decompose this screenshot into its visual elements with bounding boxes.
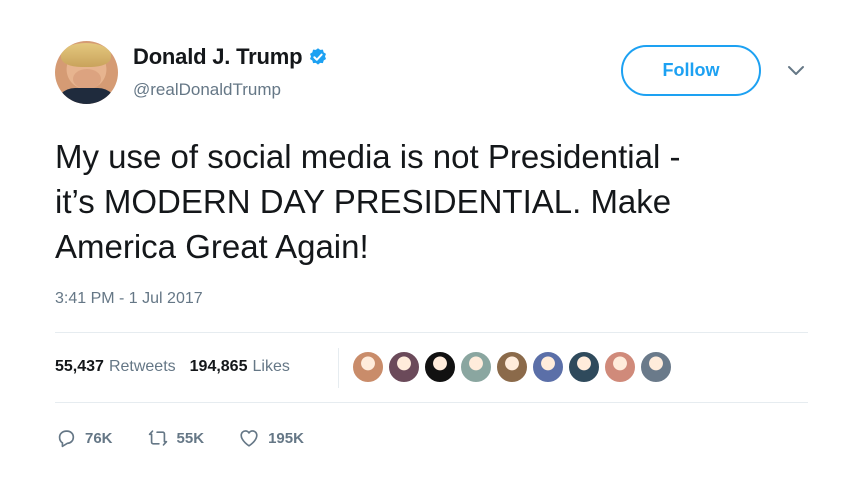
- liker-avatar[interactable]: [532, 351, 564, 383]
- tweet-actions: 76K 55K 195K: [55, 427, 338, 449]
- retweet-button[interactable]: 55K: [147, 427, 205, 449]
- liker-avatar[interactable]: [388, 351, 420, 383]
- avatar-suit: [55, 88, 118, 104]
- like-count: 195K: [268, 429, 304, 447]
- liker-avatars: [352, 351, 676, 383]
- divider-bottom: [55, 402, 808, 403]
- avatar-face: [73, 69, 101, 89]
- author-avatar[interactable]: [55, 41, 118, 104]
- follow-button[interactable]: Follow: [621, 45, 761, 96]
- liker-avatar[interactable]: [568, 351, 600, 383]
- author-handle[interactable]: @realDonaldTrump: [133, 80, 281, 100]
- liker-avatar[interactable]: [496, 351, 528, 383]
- author-name-row[interactable]: Donald J. Trump: [133, 44, 328, 70]
- author-display-name[interactable]: Donald J. Trump: [133, 44, 303, 70]
- engagement-stats: 55,437 Retweets 194,865 Likes: [55, 358, 304, 376]
- retweet-icon: [148, 430, 167, 446]
- liker-avatar[interactable]: [352, 351, 384, 383]
- reply-icon: [58, 430, 75, 448]
- tweet-timestamp[interactable]: 3:41 PM - 1 Jul 2017: [55, 290, 203, 308]
- tweet-card: Donald J. Trump @realDonaldTrump Follow …: [0, 0, 850, 478]
- reply-button[interactable]: 76K: [55, 427, 113, 449]
- retweets-label[interactable]: Retweets: [109, 358, 176, 376]
- like-button[interactable]: 195K: [238, 427, 304, 449]
- reply-count: 76K: [85, 429, 113, 447]
- retweets-total[interactable]: 55,437: [55, 358, 104, 376]
- likes-label[interactable]: Likes: [252, 358, 289, 376]
- liker-avatar[interactable]: [604, 351, 636, 383]
- stats-separator: [338, 348, 339, 388]
- chevron-down-icon[interactable]: [786, 64, 806, 78]
- liker-avatar[interactable]: [424, 351, 456, 383]
- likes-total[interactable]: 194,865: [190, 358, 248, 376]
- retweet-count: 55K: [176, 429, 205, 447]
- liker-avatar[interactable]: [640, 351, 672, 383]
- divider-top: [55, 332, 808, 333]
- tweet-text: My use of social media is not Presidenti…: [55, 138, 681, 265]
- liker-avatar[interactable]: [460, 351, 492, 383]
- avatar-hair: [61, 43, 111, 67]
- heart-icon: [240, 430, 258, 447]
- verified-badge-icon: [310, 48, 327, 65]
